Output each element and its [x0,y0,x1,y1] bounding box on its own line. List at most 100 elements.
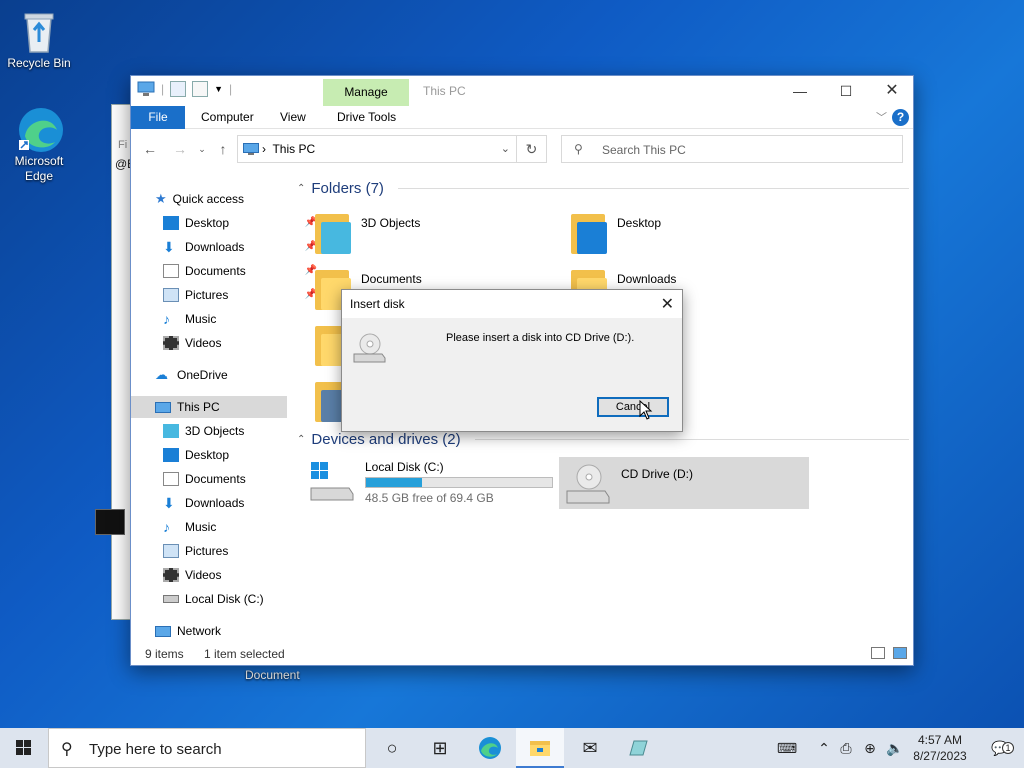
drive-icon [163,595,179,603]
volume-muted-icon[interactable]: 🔈 [884,728,906,768]
desktop-icon [163,216,179,230]
maximize-button[interactable]: ☐ [823,76,869,106]
sidebar-item-label: Pictures [185,544,229,558]
sidebar-item-label: OneDrive [177,368,228,382]
help-icon[interactable]: ? [892,109,909,126]
sidebar-item-label: Videos [185,336,222,350]
taskbar-search-box[interactable]: ⚲ Type here to search [48,728,366,768]
details-view-icon[interactable] [871,647,885,659]
drives-group-header[interactable]: ⌃ Devices and drives (2) [297,431,909,448]
tab-view[interactable]: View [268,106,318,129]
drive-cd-d[interactable]: CD Drive (D:) [559,457,809,509]
title-bar[interactable]: | ▼ | Manage This PC — ☐ ✕ [131,76,913,106]
new-folder-icon[interactable] [192,81,209,97]
tab-drive-tools[interactable]: Drive Tools [325,106,408,129]
meet-now-icon[interactable]: ⎙ [836,728,856,768]
downloads-icon: ⬇ [163,239,175,255]
sidebar-item-label: Documents [185,264,246,278]
dialog-title: Insert disk [350,297,405,311]
folder-3d-objects[interactable]: 3D Objects [313,212,563,262]
drive-usage-bar [365,477,553,488]
sidebar-item-label: 3D Objects [185,424,245,438]
desktop-icon-edge[interactable]: Microsoft Edge [1,106,77,184]
sidebar-item-label: Desktop [185,448,230,462]
sidebar-item-network[interactable]: Network [155,620,311,642]
back-arrow-icon[interactable]: ← [139,138,161,160]
start-button[interactable] [0,728,48,768]
sidebar-item-this-pc[interactable]: This PC [131,396,287,418]
file-explorer-taskbar-icon[interactable] [516,728,564,768]
pictures-icon [163,544,179,558]
breadcrumb-this-pc[interactable]: This PC [272,142,315,156]
recent-locations-chevron-icon[interactable]: ⌄ [191,138,213,160]
cortana-icon[interactable]: ○ [368,728,416,768]
search-input[interactable]: Search This PC [602,143,686,157]
show-hidden-icons-chevron-icon[interactable]: ⌃ [814,728,834,768]
insert-disk-dialog[interactable]: Insert disk ✕ Please insert a disk into … [341,289,683,432]
minimize-button[interactable]: — [777,76,823,106]
downloads-icon: ⬇ [163,495,175,511]
close-button[interactable]: ✕ [869,76,915,106]
notifications-button[interactable]: 💬 1 [980,728,1020,768]
tab-computer[interactable]: Computer [189,106,266,129]
computer-icon [155,401,171,413]
sidebar-item-quick-access[interactable]: ★ Quick access [155,188,311,210]
drive-local-disk-c[interactable]: Local Disk (C:) 48.5 GB free of 69.4 GB [309,458,559,510]
videos-icon [163,336,179,350]
network-globe-icon[interactable]: ⊕ [860,728,880,768]
windows-icon [16,740,31,755]
documents-icon [163,264,179,278]
music-icon: ♪ [163,311,170,327]
drives-header-label: Devices and drives (2) [311,431,461,448]
qat-dropdown-icon[interactable]: ▼ [214,84,223,94]
large-icons-view-icon[interactable] [893,647,907,659]
recycle-bin-label: Recycle Bin [7,56,71,70]
edge-label: Microsoft Edge [14,154,64,183]
drive-name: Local Disk (C:) [365,460,444,474]
address-bar[interactable]: › This PC ⌄ [237,135,517,163]
search-box[interactable]: ⚲ Search This PC [561,135,903,163]
cmd-shortcut-icon[interactable] [95,509,131,549]
mail-icon[interactable]: ✉ [566,728,614,768]
edge-taskbar-icon[interactable] [466,728,514,768]
chevron-down-icon[interactable]: ﹀ [876,109,887,125]
drive-free-space: 48.5 GB free of 69.4 GB [365,491,494,505]
refresh-button[interactable]: ↻ [517,135,547,163]
sidebar-item-onedrive[interactable]: ☁ OneDrive [155,364,311,386]
drive-name: CD Drive (D:) [621,467,693,481]
tab-file[interactable]: File [131,106,185,129]
sidebar-item-label: Network [177,624,222,638]
task-view-icon[interactable]: ⊞ [416,728,464,768]
breadcrumb[interactable]: › This PC [262,142,315,156]
ribbon: File Computer View Drive Tools ﹀ ? [131,106,913,129]
3d-objects-icon [163,424,179,438]
tab-manage[interactable]: Manage [323,79,409,106]
document-desktop-label[interactable]: Document [245,668,300,682]
search-icon: ⚲ [574,142,583,156]
recycle-bin-icon [17,8,61,53]
notification-count-badge: 1 [1002,742,1014,754]
status-selection: 1 item selected [204,647,285,661]
app-taskbar-icon[interactable] [614,728,662,768]
up-arrow-icon[interactable]: ↑ [212,138,234,160]
search-icon: ⚲ [61,741,73,758]
sidebar-item-label: Pictures [185,288,229,302]
keyboard-icon[interactable]: ⌨ [772,728,802,768]
close-icon[interactable]: ✕ [661,294,674,314]
folder-icon [313,212,351,256]
cancel-button[interactable]: Cancel [597,397,669,417]
clock-time: 4:57 AM [917,733,963,747]
taskbar-search-input[interactable]: Type here to search [89,741,222,758]
folder-desktop[interactable]: Desktop [569,212,819,262]
taskbar: ⚲ Type here to search ○ ⊞ ✉ ⌨ ⌃ ⎙ ⊕ 🔈 4:… [0,728,1024,768]
forward-arrow-icon[interactable]: → [169,138,191,160]
properties-icon[interactable] [170,81,187,97]
folders-group-header[interactable]: ⌃ Folders (7) [297,180,909,197]
clock[interactable]: 4:57 AM 8/27/2023 [910,732,970,764]
address-dropdown-icon[interactable]: ⌄ [501,142,510,155]
cloud-icon: ☁ [155,367,168,382]
star-icon: ★ [155,191,167,206]
desktop-icon-recycle-bin[interactable]: Recycle Bin [1,8,77,70]
videos-icon [163,568,179,582]
dialog-title-bar[interactable]: Insert disk ✕ [342,290,682,318]
